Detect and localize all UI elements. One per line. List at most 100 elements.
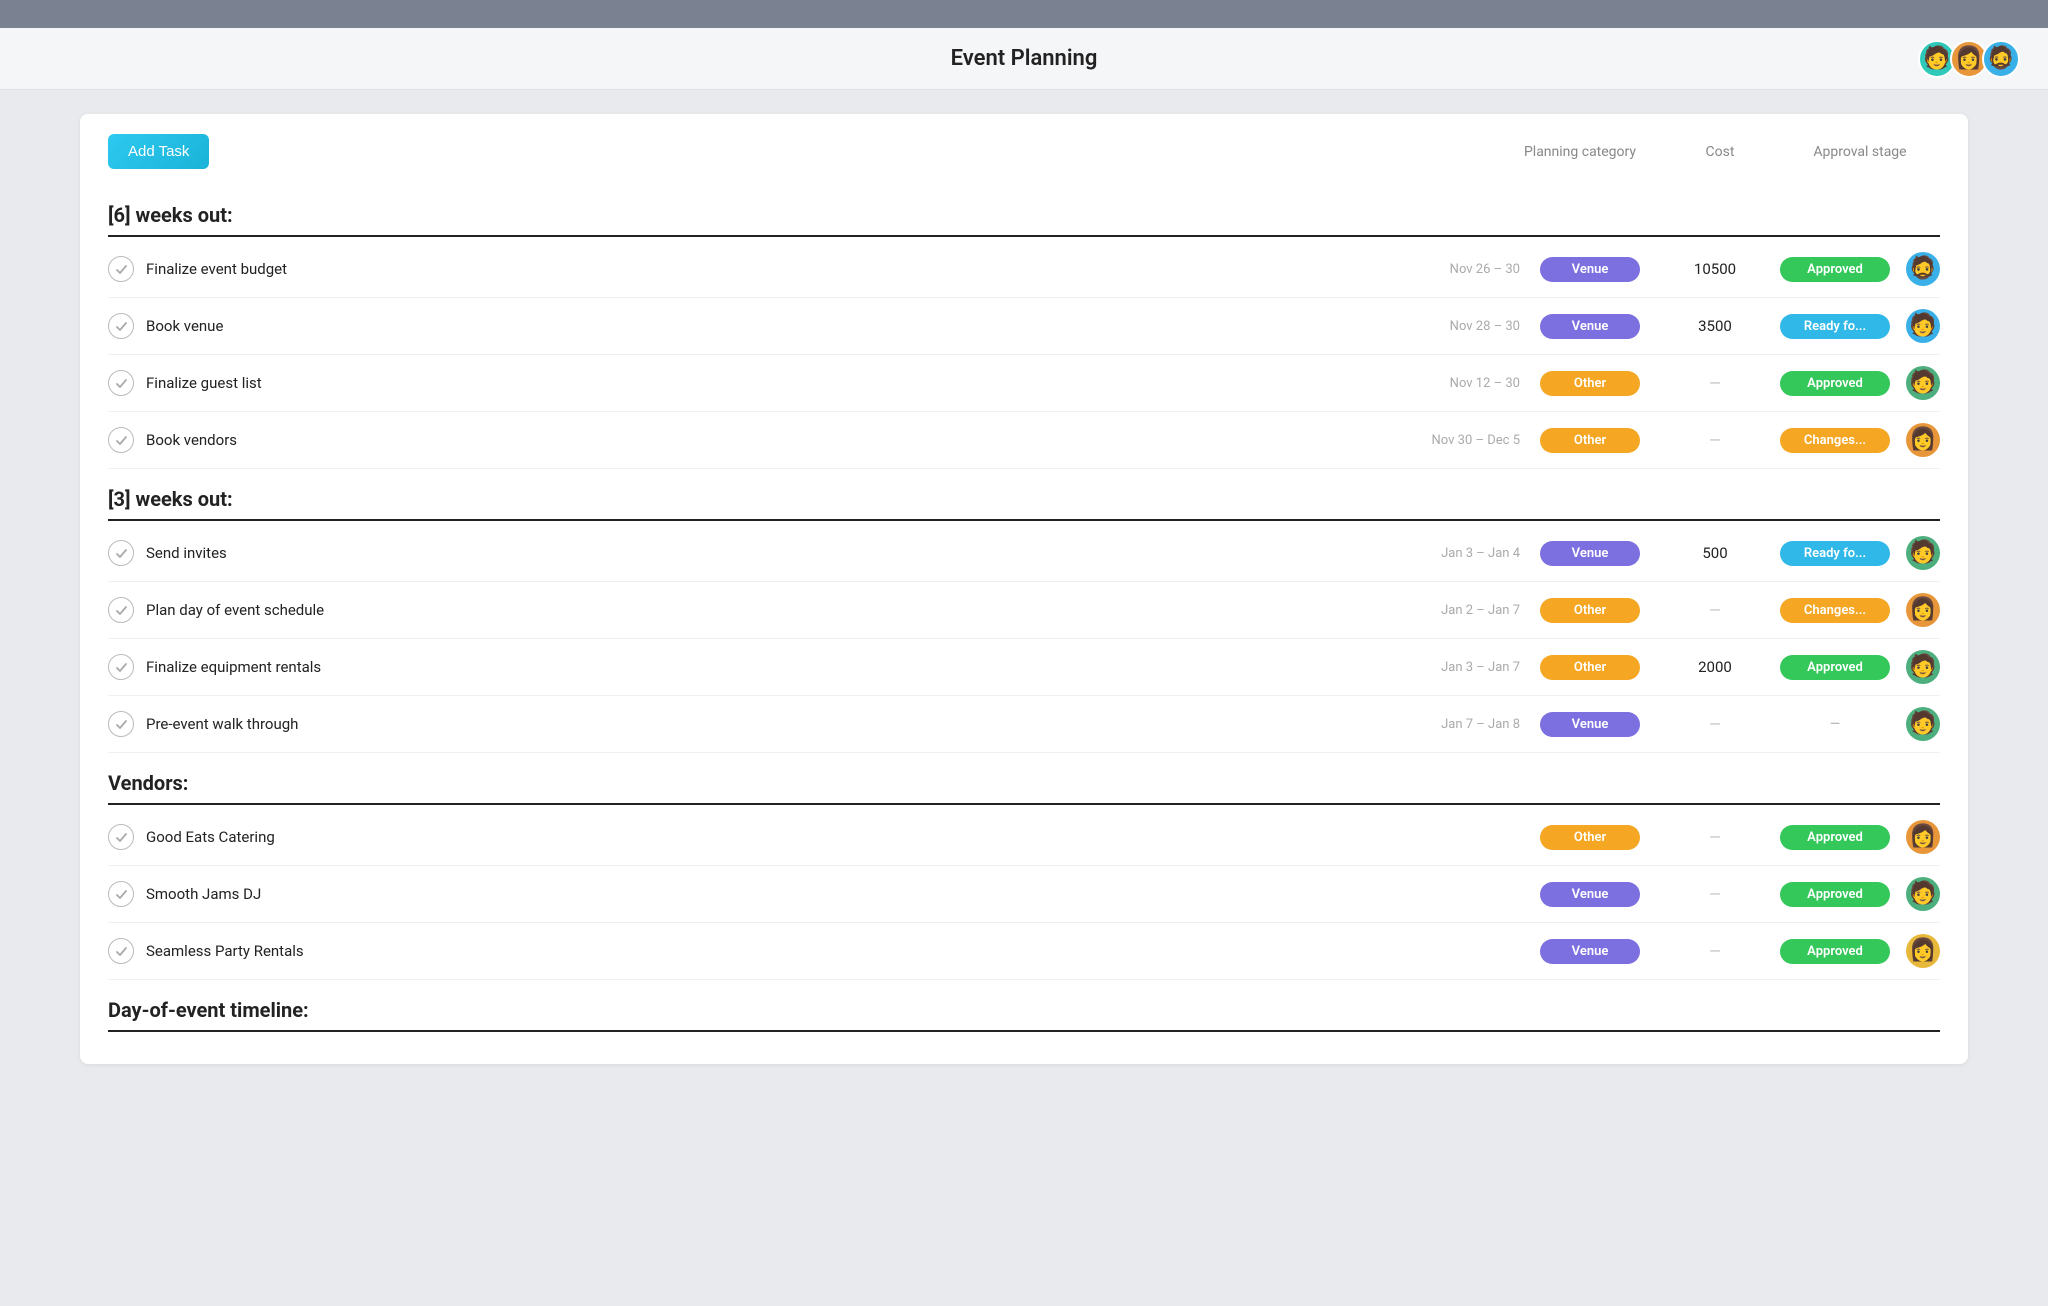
task-name: Pre-event walk through [146,715,1390,733]
task-row: Plan day of event scheduleJan 2 – Jan 7 O… [108,582,1940,639]
task-date: Nov 12 – 30 [1390,376,1520,391]
category-badge[interactable]: Other [1540,598,1640,623]
approval-badge[interactable]: Changes... [1780,428,1890,453]
section-header-section-6weeks: [6] weeks out: [108,185,1940,237]
section-header-section-vendors: Vendors: [108,753,1940,805]
check-icon[interactable] [108,597,134,623]
task-row: Seamless Party Rentals Venue — Approved 👩 [108,923,1940,980]
category-badge[interactable]: Venue [1540,939,1640,964]
task-cost: — [1670,601,1760,619]
check-icon[interactable] [108,370,134,396]
task-name: Finalize event budget [146,260,1390,278]
task-date: Jan 3 – Jan 7 [1390,660,1520,675]
header-avatars: 🧑👩🧔 [1918,40,2020,78]
task-avatar: 🧑 [1906,309,1940,343]
task-avatar: 🧑 [1906,366,1940,400]
task-name: Good Eats Catering [146,828,1390,846]
task-avatar: 🧔 [1906,252,1940,286]
task-name: Book vendors [146,431,1390,449]
section-header-section-day-of: Day-of-event timeline: [108,980,1940,1032]
check-icon[interactable] [108,313,134,339]
task-date: Jan 2 – Jan 7 [1390,603,1520,618]
approval-badge[interactable]: Approved [1780,655,1890,680]
category-badge[interactable]: Other [1540,655,1640,680]
section-header-section-3weeks: [3] weeks out: [108,469,1940,521]
task-row: Finalize guest listNov 12 – 30 Other — Appr… [108,355,1940,412]
category-badge[interactable]: Other [1540,825,1640,850]
task-row: Book venueNov 28 – 30Venue3500Ready fo..… [108,298,1940,355]
approval-badge[interactable]: Ready fo... [1780,314,1890,339]
approval-badge[interactable]: Ready fo... [1780,541,1890,566]
approval-badge[interactable]: Approved [1780,882,1890,907]
column-headers: Planning category Cost Approval stage [1500,144,1940,160]
task-cost: — [1670,885,1760,903]
task-name: Plan day of event schedule [146,601,1390,619]
task-avatar: 👩 [1906,820,1940,854]
check-icon[interactable] [108,824,134,850]
header-avatar-2: 🧔 [1982,40,2020,78]
category-badge[interactable]: Venue [1540,712,1640,737]
task-cost: — [1670,715,1760,733]
task-date: Jan 3 – Jan 4 [1390,546,1520,561]
approval-badge[interactable]: Approved [1780,825,1890,850]
check-icon[interactable] [108,881,134,907]
task-name: Seamless Party Rentals [146,942,1390,960]
category-badge[interactable]: Other [1540,371,1640,396]
col-planning-header: Planning category [1500,144,1660,160]
task-name: Smooth Jams DJ [146,885,1390,903]
task-cost: — [1670,431,1760,449]
task-date: Nov 28 – 30 [1390,319,1520,334]
approval-badge[interactable]: Approved [1780,257,1890,282]
main-content: Add Task Planning category Cost Approval… [0,90,2048,1088]
task-cost: 500 [1670,544,1760,562]
task-avatar: 🧑 [1906,707,1940,741]
category-badge[interactable]: Venue [1540,541,1640,566]
task-cost: 3500 [1670,317,1760,335]
category-badge[interactable]: Other [1540,428,1640,453]
col-approval-header: Approval stage [1780,144,1940,160]
check-icon[interactable] [108,427,134,453]
category-badge[interactable]: Venue [1540,257,1640,282]
approval-badge[interactable]: Approved [1780,371,1890,396]
task-row: Finalize equipment rentalsJan 3 – Jan 7 O… [108,639,1940,696]
check-icon[interactable] [108,540,134,566]
approval-badge[interactable]: Changes... [1780,598,1890,623]
task-row: Smooth Jams DJ Venue — Approved 🧑 [108,866,1940,923]
approval-badge[interactable]: Approved [1780,939,1890,964]
task-avatar: 🧑 [1906,650,1940,684]
task-date: Nov 30 – Dec 5 [1390,433,1520,448]
toolbar: Add Task Planning category Cost Approval… [108,134,1940,169]
task-cost: 2000 [1670,658,1760,676]
task-avatar: 👩 [1906,593,1940,627]
sections-container: [6] weeks out:Finalize event budgetNov 2… [108,185,1940,1032]
task-avatar: 🧑 [1906,536,1940,570]
task-cost: — [1670,828,1760,846]
header: Event Planning 🧑👩🧔 [0,28,2048,90]
top-bar [0,0,2048,28]
check-icon[interactable] [108,256,134,282]
task-row: Book vendorsNov 30 – Dec 5 Other — Changes.… [108,412,1940,469]
task-board: Add Task Planning category Cost Approval… [80,114,1968,1064]
category-badge[interactable]: Venue [1540,882,1640,907]
task-avatar: 👩 [1906,423,1940,457]
check-icon[interactable] [108,654,134,680]
add-task-button[interactable]: Add Task [108,134,209,169]
task-row: Finalize event budgetNov 26 – 30 Venue 105… [108,241,1940,298]
task-name: Finalize equipment rentals [146,658,1390,676]
task-cost: — [1670,374,1760,392]
task-row: Pre-event walk throughJan 7 – Jan 8Venue… [108,696,1940,753]
task-cost: — [1670,942,1760,960]
task-cost: 10500 [1670,260,1760,278]
task-avatar: 🧑 [1906,877,1940,911]
page-title: Event Planning [951,46,1098,71]
task-avatar: 👩 [1906,934,1940,968]
approval-badge[interactable]: — [1780,712,1890,737]
task-date: Nov 26 – 30 [1390,262,1520,277]
task-row: Send invitesJan 3 – Jan 4Venue500Ready f… [108,525,1940,582]
task-row: Good Eats Catering Other — Approved 👩 [108,809,1940,866]
col-cost-header: Cost [1660,144,1780,160]
check-icon[interactable] [108,938,134,964]
check-icon[interactable] [108,711,134,737]
task-name: Finalize guest list [146,374,1390,392]
category-badge[interactable]: Venue [1540,314,1640,339]
